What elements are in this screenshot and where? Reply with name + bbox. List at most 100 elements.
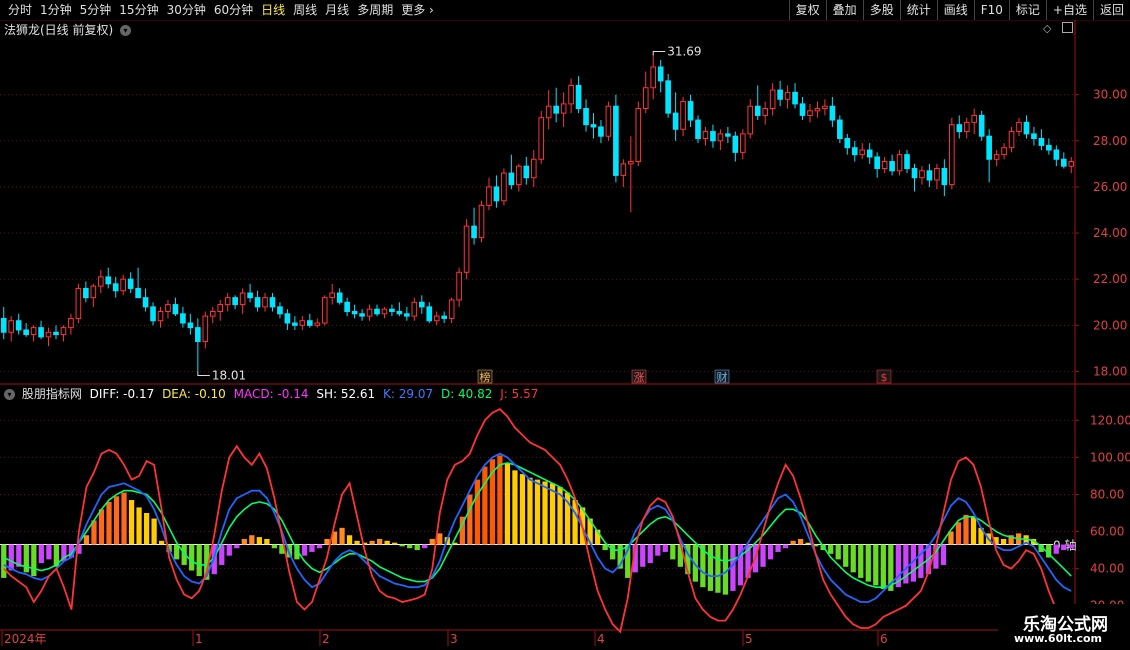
macd-bar: [519, 474, 526, 545]
macd-bar: [1, 544, 7, 578]
candle-body: [859, 149, 866, 156]
indicator-tick-label: 100.00: [1090, 450, 1130, 464]
macd-bar: [670, 544, 676, 560]
macd-bar: [512, 470, 518, 545]
low-price-label: 18.01: [212, 368, 246, 382]
candle-body: [441, 315, 447, 319]
macd-bar: [98, 509, 105, 545]
candle-body: [590, 124, 597, 128]
macd-bar: [858, 544, 864, 578]
candle-body: [239, 292, 246, 306]
candle-body: [53, 331, 59, 336]
candle-body: [665, 80, 671, 114]
macd-bar: [369, 540, 375, 545]
candle-body: [956, 124, 963, 133]
candle-body: [963, 121, 970, 133]
candle-body: [83, 287, 89, 299]
macd-bar: [414, 544, 420, 551]
candle-body: [650, 66, 657, 89]
macd-bar: [151, 518, 157, 545]
candle-body: [493, 186, 500, 202]
candle-body: [769, 89, 776, 110]
candle-body: [635, 108, 642, 163]
candle-body: [38, 327, 44, 338]
candle-body: [75, 287, 82, 319]
candle-body: [269, 297, 276, 308]
candle-body: [15, 320, 22, 331]
candle-body: [292, 322, 298, 326]
macd-bar: [399, 544, 405, 547]
candle-body: [583, 108, 589, 126]
macd-bar: [497, 455, 503, 545]
macd-bar: [256, 537, 262, 545]
candle-body: [516, 165, 522, 186]
watermark: 乐淘公式网 www.60lt.com: [998, 604, 1130, 650]
candle-body: [202, 315, 209, 342]
candle-body: [1031, 133, 1037, 139]
macd-bar: [828, 544, 834, 554]
stock-chart[interactable]: 18.0020.0022.0024.0026.0028.0030.0020.00…: [0, 0, 1130, 650]
candle-body: [695, 119, 701, 139]
candle-body: [306, 320, 313, 326]
macd-bar: [760, 544, 766, 567]
low-marker: [197, 371, 210, 376]
macd-bar: [880, 544, 886, 590]
candle-body: [1023, 121, 1030, 135]
candle-body: [8, 320, 15, 333]
candle-body: [926, 170, 933, 181]
macd-bar: [429, 538, 435, 545]
candle-body: [523, 165, 530, 179]
macd-bar: [143, 513, 150, 545]
candle-body: [829, 105, 836, 121]
candle-body: [799, 103, 806, 116]
macd-bar: [31, 544, 37, 577]
macd-bar: [113, 496, 120, 545]
candle-body: [471, 225, 477, 239]
macd-bar: [23, 544, 29, 573]
candle-body: [844, 137, 851, 149]
candle-body: [165, 304, 171, 312]
macd-bar: [136, 507, 142, 545]
candle-body: [657, 66, 664, 82]
macd-bar: [474, 479, 480, 545]
candle-body: [1046, 144, 1052, 151]
macd-bar: [46, 544, 52, 560]
candle-body: [351, 310, 358, 315]
candle-body: [777, 89, 783, 100]
candle-body: [277, 306, 283, 315]
macd-bar: [38, 544, 44, 564]
macd-bar: [640, 544, 646, 567]
candle-body: [396, 310, 403, 315]
macd-bar: [715, 544, 721, 593]
candle-body: [971, 114, 978, 123]
price-tick-label: 18.00: [1093, 364, 1127, 378]
candle-body: [680, 101, 686, 130]
candle-body: [538, 117, 545, 160]
candle-body: [717, 133, 724, 142]
candle-body: [702, 131, 709, 139]
indicator-tick-label: 120.00: [1090, 413, 1130, 427]
candle-body: [710, 131, 716, 142]
macd-bar: [301, 544, 308, 556]
macd-bar: [316, 544, 323, 549]
time-axis-label: 1: [195, 632, 203, 646]
candle-body: [195, 327, 201, 342]
candle-body: [217, 304, 224, 312]
candle-body: [762, 108, 769, 116]
candle-body: [732, 135, 739, 153]
candle-body: [127, 278, 134, 289]
candle-body: [411, 301, 418, 317]
macd-bar: [1061, 544, 1067, 551]
candle-body: [1008, 131, 1015, 149]
macd-bar: [354, 540, 360, 545]
macd-bar: [384, 540, 390, 545]
watermark-url: www.60lt.com: [1013, 632, 1102, 645]
candle-body: [934, 167, 940, 181]
candle-body: [90, 285, 97, 299]
candle-body: [866, 149, 873, 158]
macd-bar: [324, 538, 330, 545]
macd-bar: [790, 540, 796, 545]
candle-body: [105, 276, 112, 285]
candle-body: [97, 276, 104, 287]
candle-body: [0, 317, 7, 333]
